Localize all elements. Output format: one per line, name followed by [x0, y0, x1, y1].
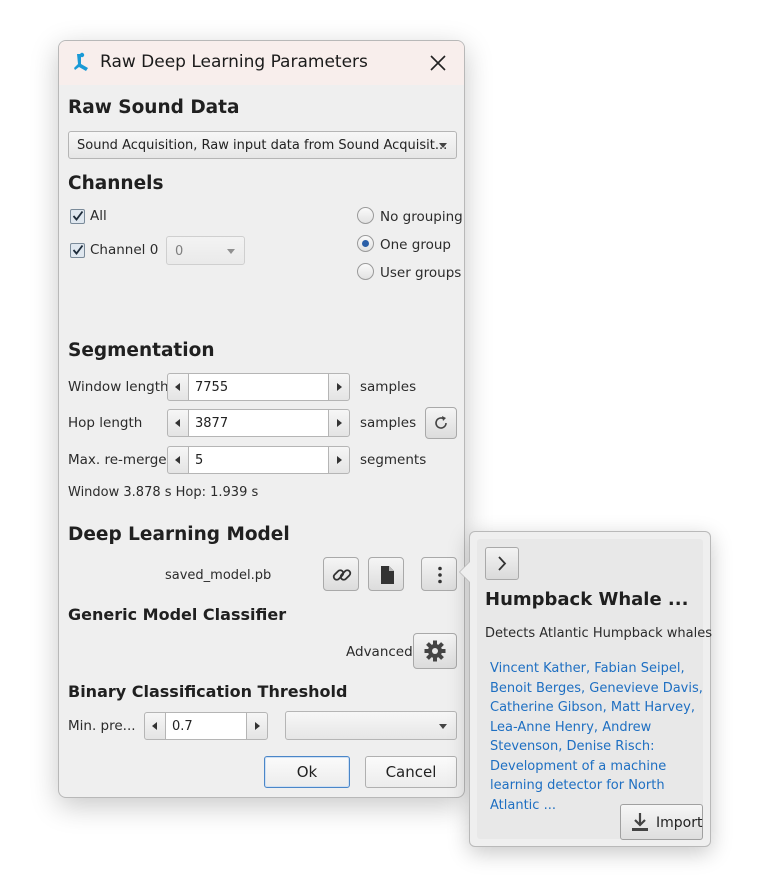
- import-button[interactable]: Import: [620, 804, 703, 840]
- hop-length-increment[interactable]: [328, 409, 350, 437]
- radio-no-grouping-label: No grouping: [380, 209, 463, 225]
- title-bar: Raw Deep Learning Parameters: [59, 41, 464, 85]
- expand-button[interactable]: [485, 547, 519, 580]
- channel-0-checkbox[interactable]: [70, 243, 85, 258]
- min-prediction-increment[interactable]: [246, 712, 268, 740]
- radio-no-grouping[interactable]: [357, 207, 374, 224]
- arrow-left-icon: [175, 419, 180, 427]
- radio-user-groups-label: User groups: [380, 265, 462, 281]
- radio-user-groups[interactable]: [357, 263, 374, 280]
- segmentation-heading: Segmentation: [68, 340, 215, 361]
- channels-heading: Channels: [68, 173, 164, 194]
- model-file-button[interactable]: [368, 557, 404, 591]
- channel-group-select[interactable]: 0: [166, 236, 245, 265]
- dialog-window: Raw Deep Learning Parameters Raw Sound D…: [58, 40, 465, 798]
- model-file-name: saved_model.pb: [165, 568, 272, 583]
- chevron-right-icon: [498, 556, 507, 571]
- ok-button[interactable]: Ok: [264, 756, 350, 788]
- arrow-left-icon: [175, 383, 180, 391]
- window-length-unit: samples: [360, 379, 417, 395]
- raw-sound-heading: Raw Sound Data: [68, 97, 240, 118]
- arrow-left-icon: [152, 722, 157, 730]
- cancel-button[interactable]: Cancel: [365, 756, 457, 788]
- model-info-popover: Humpback Whale ... Detects Atlantic Hump…: [459, 531, 712, 847]
- max-remerge-decrement[interactable]: [167, 446, 189, 474]
- arrow-right-icon: [255, 722, 260, 730]
- citation-link[interactable]: Vincent Kather, Fabian Seipel, Benoit Be…: [490, 659, 706, 815]
- refresh-icon: [435, 416, 447, 429]
- advanced-label: Advanced: [346, 644, 413, 660]
- chevron-down-icon: [439, 143, 447, 148]
- gear-icon: [424, 640, 446, 662]
- max-remerge-increment[interactable]: [328, 446, 350, 474]
- checkmark-icon: [72, 210, 84, 221]
- arrow-right-icon: [337, 383, 342, 391]
- file-icon: [381, 566, 394, 584]
- class-select[interactable]: [285, 711, 457, 740]
- hop-length-input[interactable]: 3877: [189, 409, 328, 437]
- all-channels-checkbox[interactable]: [70, 209, 85, 224]
- popover-arrow: [460, 562, 470, 582]
- window-length-label: Window length: [68, 379, 169, 395]
- max-remerge-unit: segments: [360, 452, 427, 468]
- arrow-right-icon: [337, 419, 342, 427]
- radio-one-group-label: One group: [380, 237, 451, 253]
- more-vertical-icon: [438, 566, 442, 584]
- max-remerge-label: Max. re-merge: [68, 452, 167, 468]
- advanced-settings-button[interactable]: [413, 633, 457, 669]
- import-label: Import: [656, 815, 703, 831]
- classifier-heading: Generic Model Classifier: [68, 605, 287, 624]
- close-icon[interactable]: [425, 51, 451, 75]
- model-link-button[interactable]: [323, 557, 359, 591]
- arrow-right-icon: [337, 456, 342, 464]
- min-prediction-decrement[interactable]: [144, 712, 166, 740]
- segmentation-summary: Window 3.878 s Hop: 1.939 s: [68, 485, 259, 500]
- hop-length-unit: samples: [360, 415, 417, 431]
- checkmark-icon: [72, 244, 84, 255]
- sound-source-select[interactable]: Sound Acquisition, Raw input data from S…: [68, 131, 457, 159]
- radio-one-group[interactable]: [357, 235, 374, 252]
- min-prediction-input[interactable]: 0.7: [166, 712, 246, 740]
- app-logo-icon: [74, 52, 88, 71]
- model-heading: Deep Learning Model: [68, 524, 290, 545]
- chevron-down-icon: [227, 249, 235, 254]
- window-title: Raw Deep Learning Parameters: [100, 52, 368, 72]
- channel-group-value: 0: [175, 244, 184, 259]
- all-channels-label: All: [90, 208, 107, 224]
- arrow-left-icon: [175, 456, 180, 464]
- channel-0-label: Channel 0: [90, 242, 159, 258]
- window-length-input[interactable]: 7755: [189, 373, 328, 401]
- threshold-heading: Binary Classification Threshold: [68, 682, 348, 701]
- min-prediction-label: Min. pre...: [68, 718, 136, 734]
- chevron-down-icon: [439, 724, 447, 729]
- download-icon: [632, 813, 648, 831]
- popover-description: Detects Atlantic Humpback whales: [485, 626, 712, 641]
- sound-source-value: Sound Acquisition, Raw input data from S…: [77, 138, 448, 153]
- hop-length-label: Hop length: [68, 415, 143, 431]
- window-length-increment[interactable]: [328, 373, 350, 401]
- popover-title: Humpback Whale ...: [485, 589, 689, 610]
- max-remerge-input[interactable]: 5: [189, 446, 328, 474]
- hop-length-decrement[interactable]: [167, 409, 189, 437]
- model-more-button[interactable]: [421, 557, 457, 591]
- popover-content: Humpback Whale ... Detects Atlantic Hump…: [477, 539, 712, 839]
- link-icon: [332, 569, 352, 581]
- reset-hop-button[interactable]: [425, 407, 457, 439]
- window-length-decrement[interactable]: [167, 373, 189, 401]
